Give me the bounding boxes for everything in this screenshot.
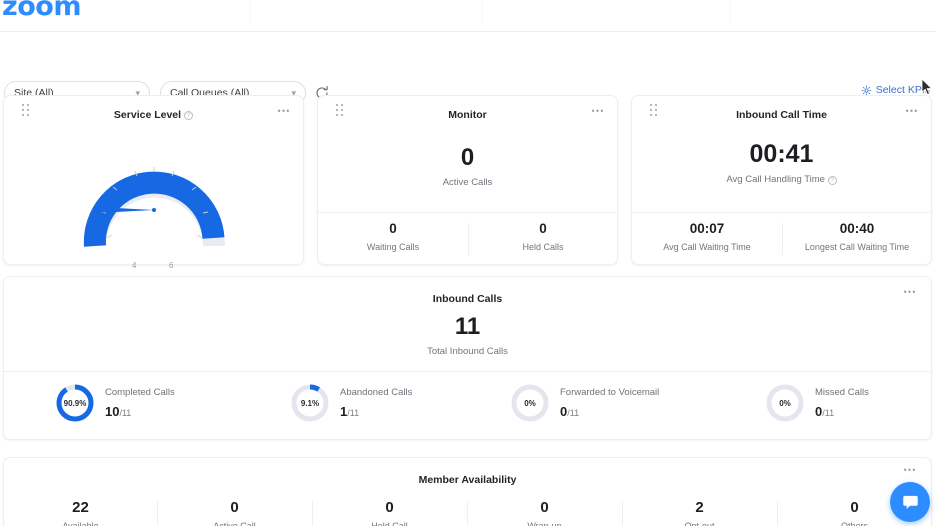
zoom-logo[interactable]: zoom: [2, 0, 81, 22]
inbound-calls-card: ⋯ Inbound Calls 11 Total Inbound Calls 9…: [3, 276, 932, 440]
nav-separator: [482, 0, 483, 28]
top-navigation-bar: zoom: [0, 0, 936, 32]
waiting-calls-stat: 0 Waiting Calls: [318, 222, 468, 252]
wrap-up-label: Wrap-up: [527, 521, 562, 526]
forwarded-voicemail-label: Forwarded to Voicemail: [560, 387, 660, 398]
opt-out-value: 2: [695, 499, 704, 516]
completed-calls-donut: 90.9%: [56, 384, 94, 422]
total-inbound-calls-label: Total Inbound Calls: [427, 346, 508, 357]
active-call-value: 0: [230, 499, 239, 516]
help-tooltip-icon[interactable]: ?: [184, 110, 194, 120]
nav-separator: [250, 0, 251, 28]
opt-out-stat: 2 Opt-out: [622, 500, 777, 526]
chat-support-button[interactable]: [890, 482, 930, 522]
card-title-text: Monitor: [448, 109, 487, 121]
abandoned-calls-metric: 9.1% Abandoned Calls 1/11: [289, 382, 412, 424]
card-divider: [318, 212, 617, 213]
held-call-value: 0: [385, 499, 394, 516]
filter-toolbar: Site (All) ▾ Call Queues (All) ▾ Select …: [0, 32, 936, 105]
avg-handling-time-stat: 00:41 Avg Call Handling Time ?: [632, 142, 931, 185]
card-title-text: Service Level: [113, 109, 182, 121]
completed-calls-metric: 90.9% Completed Calls 10/11: [54, 382, 175, 424]
available-value: 22: [72, 499, 89, 516]
forwarded-voicemail-metric: 0% Forwarded to Voicemail 0/11: [509, 382, 659, 424]
card-divider: [632, 212, 931, 213]
active-calls-value: 0: [460, 144, 475, 171]
service-level-card: ⋯ Service Level ? 0 2 4 6 8 10 90%: [3, 95, 304, 343]
svg-text:0%: 0%: [779, 399, 791, 408]
wrap-up-stat: 0 Wrap-up: [467, 500, 622, 526]
svg-text:0%: 0%: [524, 399, 536, 408]
forwarded-voicemail-donut: 0%: [511, 384, 549, 422]
longest-waiting-time-value: 00:40: [839, 221, 875, 236]
available-stat: 22 Available: [4, 500, 157, 526]
abandoned-calls-value: 1/11: [340, 404, 360, 419]
gauge-tick-6: 6: [169, 261, 174, 270]
card-title-text: Inbound Calls: [432, 293, 503, 305]
card-title-text: Inbound Call Time: [736, 109, 827, 121]
opt-out-label: Opt-out: [684, 521, 715, 526]
active-call-label: Active Call: [213, 521, 256, 526]
wrap-up-value: 0: [540, 499, 549, 516]
total-inbound-calls-stat: 11 Total Inbound Calls: [4, 313, 931, 358]
missed-calls-value: 0/11: [815, 404, 835, 419]
monitor-primary-stat: 0 Active Calls: [318, 144, 617, 189]
avg-waiting-time-stat: 00:07 Avg Call Waiting Time: [632, 222, 782, 252]
inbound-calls-title: Inbound Calls: [4, 293, 931, 305]
completed-calls-label: Completed Calls: [105, 387, 175, 398]
monitor-card: ⋯ Monitor 0 Active Calls 0 Waiting Calls…: [317, 95, 618, 265]
help-tooltip-icon[interactable]: ?: [827, 176, 837, 185]
chat-bubble-icon: [902, 495, 918, 509]
card-divider: [4, 371, 931, 372]
abandoned-calls-label: Abandoned Calls: [340, 387, 413, 398]
waiting-calls-value: 0: [389, 221, 397, 236]
longest-waiting-time-stat: 00:40 Longest Call Waiting Time: [782, 222, 932, 252]
held-calls-stat: 0 Held Calls: [468, 222, 618, 252]
total-inbound-calls-value: 11: [454, 313, 481, 340]
available-label: Available: [62, 521, 99, 526]
service-level-gauge: [83, 167, 225, 247]
avg-waiting-time-label: Avg Call Waiting Time: [663, 241, 751, 252]
nav-separator: [730, 0, 731, 28]
held-calls-value: 0: [539, 221, 547, 236]
avg-handling-time-value: 00:41: [749, 140, 814, 168]
member-availability-title: Member Availability: [4, 474, 931, 486]
active-call-stat: 0 Active Call: [157, 500, 312, 526]
avg-handling-time-label: Avg Call Handling Time ?: [632, 174, 931, 185]
completed-calls-value: 10/11: [105, 404, 132, 419]
gear-icon: [861, 85, 872, 95]
missed-calls-metric: 0% Missed Calls 0/11: [764, 382, 869, 424]
monitor-title: Monitor: [318, 109, 617, 121]
missed-calls-donut: 0%: [766, 384, 804, 422]
inbound-call-time-card: ⋯ Inbound Call Time 00:41 Avg Call Handl…: [631, 95, 932, 265]
svg-text:9.1%: 9.1%: [301, 399, 319, 408]
card-title-text: Member Availability: [418, 474, 517, 486]
held-calls-label: Held Calls: [522, 241, 564, 252]
svg-text:90.9%: 90.9%: [64, 399, 87, 408]
longest-waiting-time-label: Longest Call Waiting Time: [804, 241, 910, 252]
missed-calls-label: Missed Calls: [815, 387, 869, 398]
avg-waiting-time-value: 00:07: [689, 221, 725, 236]
abandoned-calls-donut: 9.1%: [291, 384, 329, 422]
member-availability-card: ⋯ Member Availability 22 Available 0 Act…: [3, 457, 932, 526]
held-call-label: Held Call: [371, 521, 408, 526]
active-calls-label: Active Calls: [442, 177, 493, 188]
service-level-title: Service Level ?: [4, 109, 303, 121]
card-options-icon[interactable]: ⋯: [903, 463, 917, 476]
held-call-stat: 0 Held Call: [312, 500, 467, 526]
forwarded-voicemail-value: 0/11: [560, 404, 580, 419]
gauge-tick-4: 4: [132, 261, 137, 270]
inbound-call-time-title: Inbound Call Time: [632, 109, 931, 121]
waiting-calls-label: Waiting Calls: [366, 241, 420, 252]
